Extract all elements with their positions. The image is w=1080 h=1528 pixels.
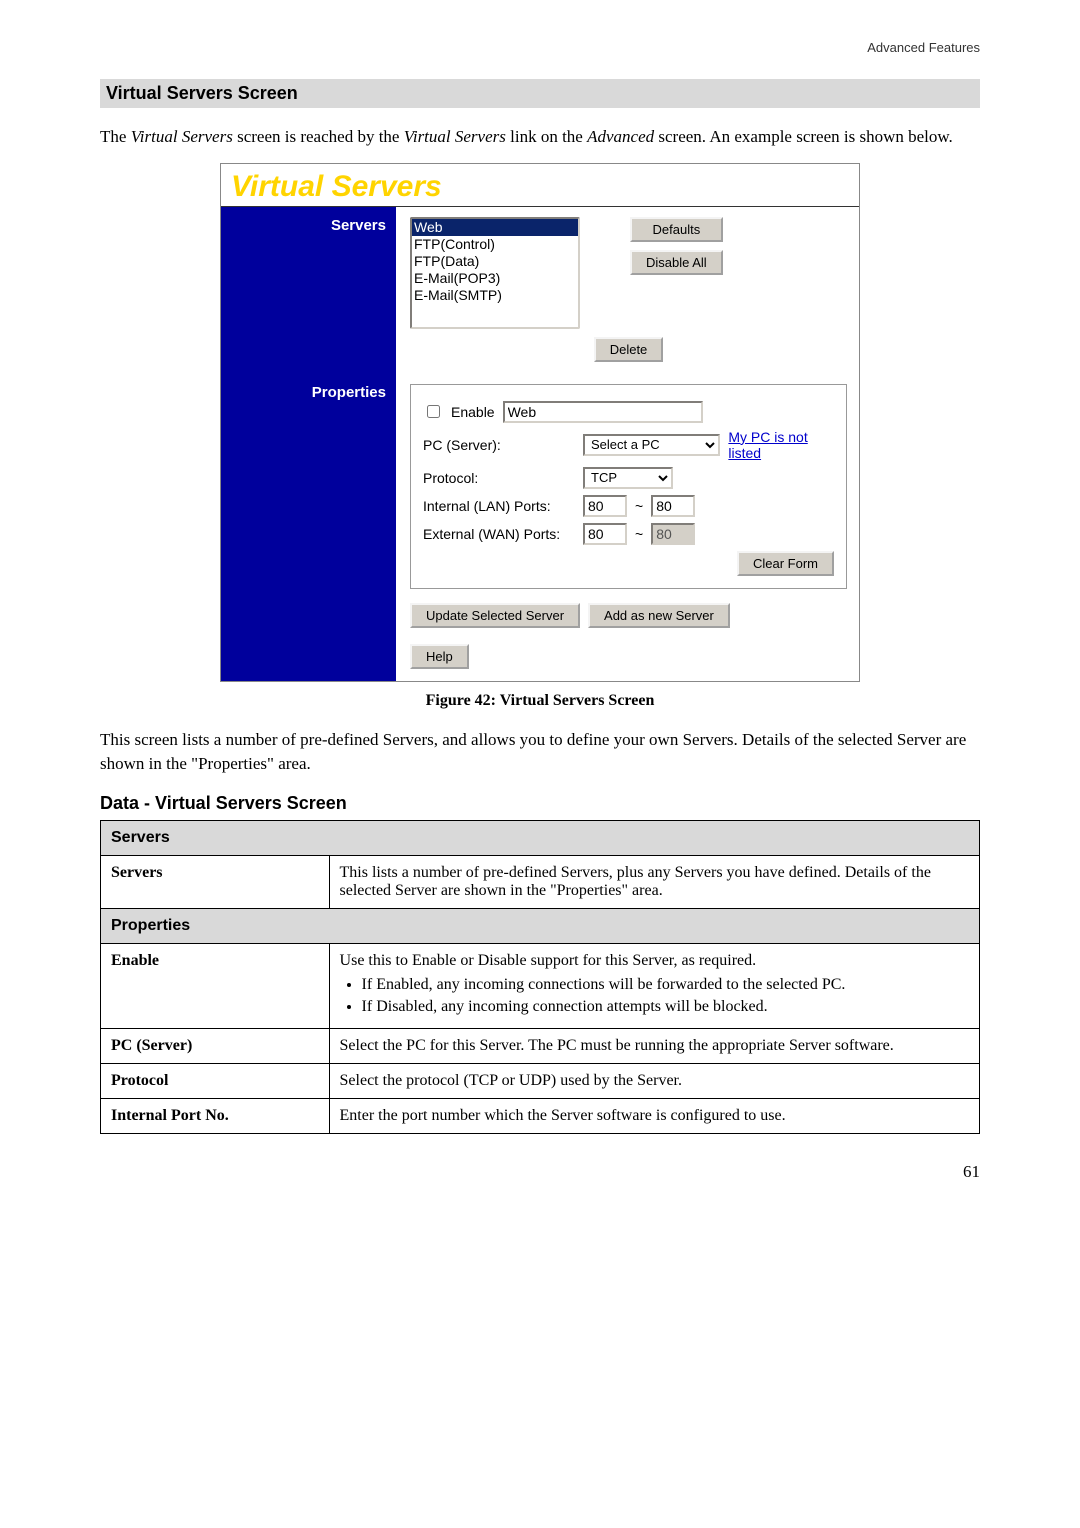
intro-vs2: Virtual Servers bbox=[404, 127, 506, 146]
group-servers: Servers bbox=[101, 821, 980, 856]
server-option-ftp-data[interactable]: FTP(Data) bbox=[412, 253, 578, 270]
section-title: Virtual Servers Screen bbox=[100, 79, 980, 108]
clear-form-button[interactable]: Clear Form bbox=[737, 551, 834, 576]
delete-button[interactable]: Delete bbox=[594, 337, 664, 362]
pc-server-select[interactable]: Select a PC bbox=[583, 434, 720, 456]
row-pcserver-name: PC (Server) bbox=[101, 1029, 330, 1064]
page-number: 61 bbox=[100, 1162, 980, 1182]
row-internalport-desc: Enter the port number which the Server s… bbox=[329, 1099, 979, 1134]
internal-port-2-input[interactable] bbox=[651, 495, 695, 517]
router-title: Virtual Servers bbox=[221, 164, 859, 206]
disable-all-button[interactable]: Disable All bbox=[630, 250, 723, 275]
update-selected-server-button[interactable]: Update Selected Server bbox=[410, 603, 580, 628]
protocol-label: Protocol: bbox=[423, 470, 575, 486]
row-enable-desc-cell: Use this to Enable or Disable support fo… bbox=[329, 944, 979, 1029]
data-table: Servers Servers This lists a number of p… bbox=[100, 820, 980, 1134]
row-enable-desc: Use this to Enable or Disable support fo… bbox=[340, 952, 757, 969]
row-protocol-desc: Select the protocol (TCP or UDP) used by… bbox=[329, 1064, 979, 1099]
row-servers-desc: This lists a number of pre-defined Serve… bbox=[329, 856, 979, 909]
pc-server-label: PC (Server): bbox=[423, 437, 575, 453]
intro-mid2: link on the bbox=[506, 127, 587, 146]
tilde-2: ~ bbox=[635, 526, 643, 542]
screenshot-virtual-servers: Virtual Servers Servers Web FTP(Control)… bbox=[220, 163, 860, 682]
help-button[interactable]: Help bbox=[410, 644, 469, 669]
enable-label: Enable bbox=[451, 404, 495, 420]
row-enable-bullet-2: If Disabled, any incoming connection att… bbox=[362, 998, 969, 1016]
label-servers: Servers bbox=[221, 207, 396, 374]
header-breadcrumb: Advanced Features bbox=[100, 40, 980, 55]
server-listbox[interactable]: Web FTP(Control) FTP(Data) E-Mail(POP3) … bbox=[410, 217, 580, 329]
intro-p1-pre: The bbox=[100, 127, 131, 146]
intro-end: screen. An example screen is shown below… bbox=[654, 127, 953, 146]
row-pcserver-desc: Select the PC for this Server. The PC mu… bbox=[329, 1029, 979, 1064]
internal-ports-label: Internal (LAN) Ports: bbox=[423, 498, 575, 514]
properties-box: Enable PC (Server): Select a PC My PC is… bbox=[410, 384, 847, 589]
row-enable-name: Enable bbox=[101, 944, 330, 1029]
data-table-heading: Data - Virtual Servers Screen bbox=[100, 793, 980, 814]
row-servers-name: Servers bbox=[101, 856, 330, 909]
enable-checkbox[interactable] bbox=[427, 405, 440, 418]
external-port-2-input[interactable] bbox=[651, 523, 695, 545]
intro-vs1: Virtual Servers bbox=[131, 127, 233, 146]
label-properties: Properties bbox=[221, 374, 396, 681]
add-as-new-server-button[interactable]: Add as new Server bbox=[588, 603, 730, 628]
server-option-web[interactable]: Web bbox=[412, 219, 578, 236]
intro-mid1: screen is reached by the bbox=[233, 127, 404, 146]
tilde-1: ~ bbox=[635, 498, 643, 514]
server-name-input[interactable] bbox=[503, 401, 703, 423]
group-properties: Properties bbox=[101, 909, 980, 944]
defaults-button[interactable]: Defaults bbox=[630, 217, 723, 242]
figure-caption: Figure 42: Virtual Servers Screen bbox=[100, 692, 980, 710]
server-option-smtp[interactable]: E-Mail(SMTP) bbox=[412, 287, 578, 304]
external-port-1-input[interactable] bbox=[583, 523, 627, 545]
intro-paragraph: The Virtual Servers screen is reached by… bbox=[100, 125, 980, 149]
intro-adv: Advanced bbox=[587, 127, 654, 146]
pc-not-listed-link[interactable]: My PC is not listed bbox=[728, 429, 834, 461]
row-protocol-name: Protocol bbox=[101, 1064, 330, 1099]
row-enable-bullet-1: If Enabled, any incoming connections wil… bbox=[362, 976, 969, 994]
row-internalport-name: Internal Port No. bbox=[101, 1099, 330, 1134]
server-option-ftp-control[interactable]: FTP(Control) bbox=[412, 236, 578, 253]
post-figure-paragraph: This screen lists a number of pre-define… bbox=[100, 728, 980, 776]
server-option-pop3[interactable]: E-Mail(POP3) bbox=[412, 270, 578, 287]
internal-port-1-input[interactable] bbox=[583, 495, 627, 517]
external-ports-label: External (WAN) Ports: bbox=[423, 526, 575, 542]
protocol-select[interactable]: TCP bbox=[583, 467, 673, 489]
